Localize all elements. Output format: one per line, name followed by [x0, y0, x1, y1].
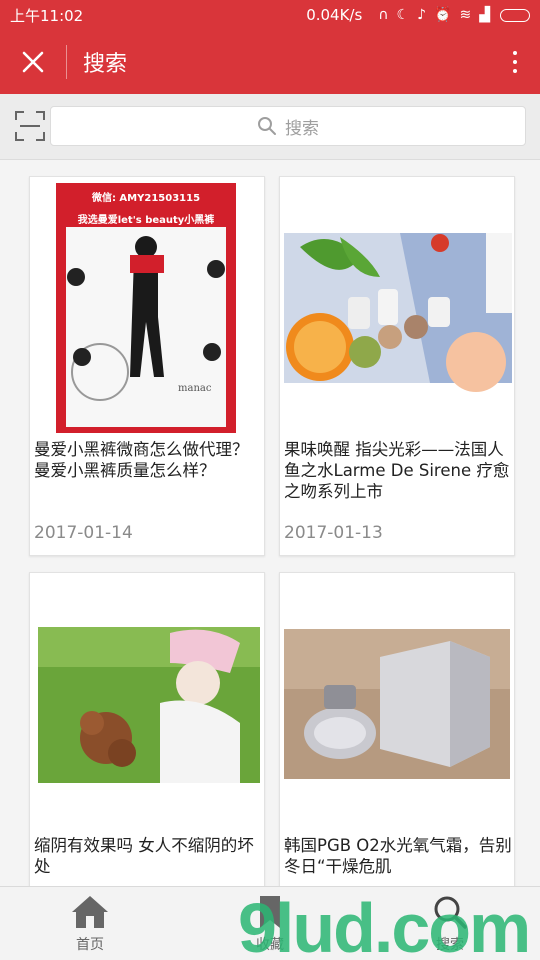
article-title: 曼爱小黑裤微商怎么做代理？曼爱小黑裤质量怎么样？: [34, 440, 249, 480]
battery-icon: [500, 8, 530, 22]
article-title: 韩国PGB O2水光氧气霜，告别冬日“干燥危肌: [284, 836, 512, 876]
bell-icon: ♪: [417, 7, 427, 23]
app-bar: 搜索: [0, 30, 540, 94]
status-bar: 上午11:02 0.04K/s ∩ ☾ ♪ ⏰ ≋ ▟: [0, 0, 540, 30]
nav-label: 首页: [76, 936, 104, 953]
appbar-divider: [66, 45, 67, 79]
article-date: 2017-01-13: [284, 523, 383, 543]
search-placeholder: 搜索: [285, 118, 319, 139]
more-menu-button[interactable]: [490, 30, 540, 94]
article-thumbnail: [30, 573, 264, 833]
wifi-icon: ≋: [459, 7, 472, 23]
more-dot-icon: [513, 69, 517, 73]
watermark-logo: 9lud.com: [238, 889, 531, 960]
close-button[interactable]: [0, 30, 66, 94]
alarm-icon: ⏰: [434, 7, 452, 23]
article-date: 2017-01-14: [34, 523, 133, 543]
moon-icon: ☾: [396, 7, 410, 23]
status-time: 上午11:02: [10, 6, 84, 25]
article-thumbnail: [280, 573, 514, 833]
article-card[interactable]: 微信: AMY21503115 我选曼爱let's beauty小黑裤 mana…: [29, 176, 265, 556]
article-thumbnail: [280, 177, 514, 437]
more-dot-icon: [513, 51, 517, 55]
article-grid: 微信: AMY21503115 我选曼爱let's beauty小黑裤 mana…: [0, 160, 540, 886]
network-speed: 0.04K/s: [306, 6, 363, 24]
headset-icon: ∩: [378, 7, 389, 23]
home-icon: [72, 895, 108, 928]
article-title: 果味唤醒 指尖光彩——法国人鱼之水Larme De Sirene 疗愈之吻系列上…: [284, 440, 510, 501]
article-title: 缩阴有效果吗 女人不缩阴的坏处: [34, 836, 254, 876]
more-dot-icon: [513, 60, 517, 64]
search-input[interactable]: 搜索: [50, 106, 526, 146]
page-title: 搜索: [83, 52, 128, 77]
poster-wechat: 微信: AMY21503115: [91, 193, 201, 204]
search-icon: [258, 117, 276, 135]
article-card[interactable]: 韩国PGB O2水光氧气霜，告别冬日“干燥危肌: [279, 572, 515, 886]
poster-slogan: 我选曼爱let's beauty小黑裤: [77, 215, 215, 226]
close-icon: [22, 51, 44, 73]
search-area: 搜索: [0, 94, 540, 160]
scan-icon[interactable]: [14, 110, 46, 142]
article-card[interactable]: 果味唤醒 指尖光彩——法国人鱼之水Larme De Sirene 疗愈之吻系列上…: [279, 176, 515, 556]
poster-brand: manac: [178, 383, 212, 394]
nav-item-home[interactable]: 首页: [0, 887, 180, 960]
signal-icon: ▟: [479, 7, 490, 23]
article-card[interactable]: 缩阴有效果吗 女人不缩阴的坏处: [29, 572, 265, 886]
